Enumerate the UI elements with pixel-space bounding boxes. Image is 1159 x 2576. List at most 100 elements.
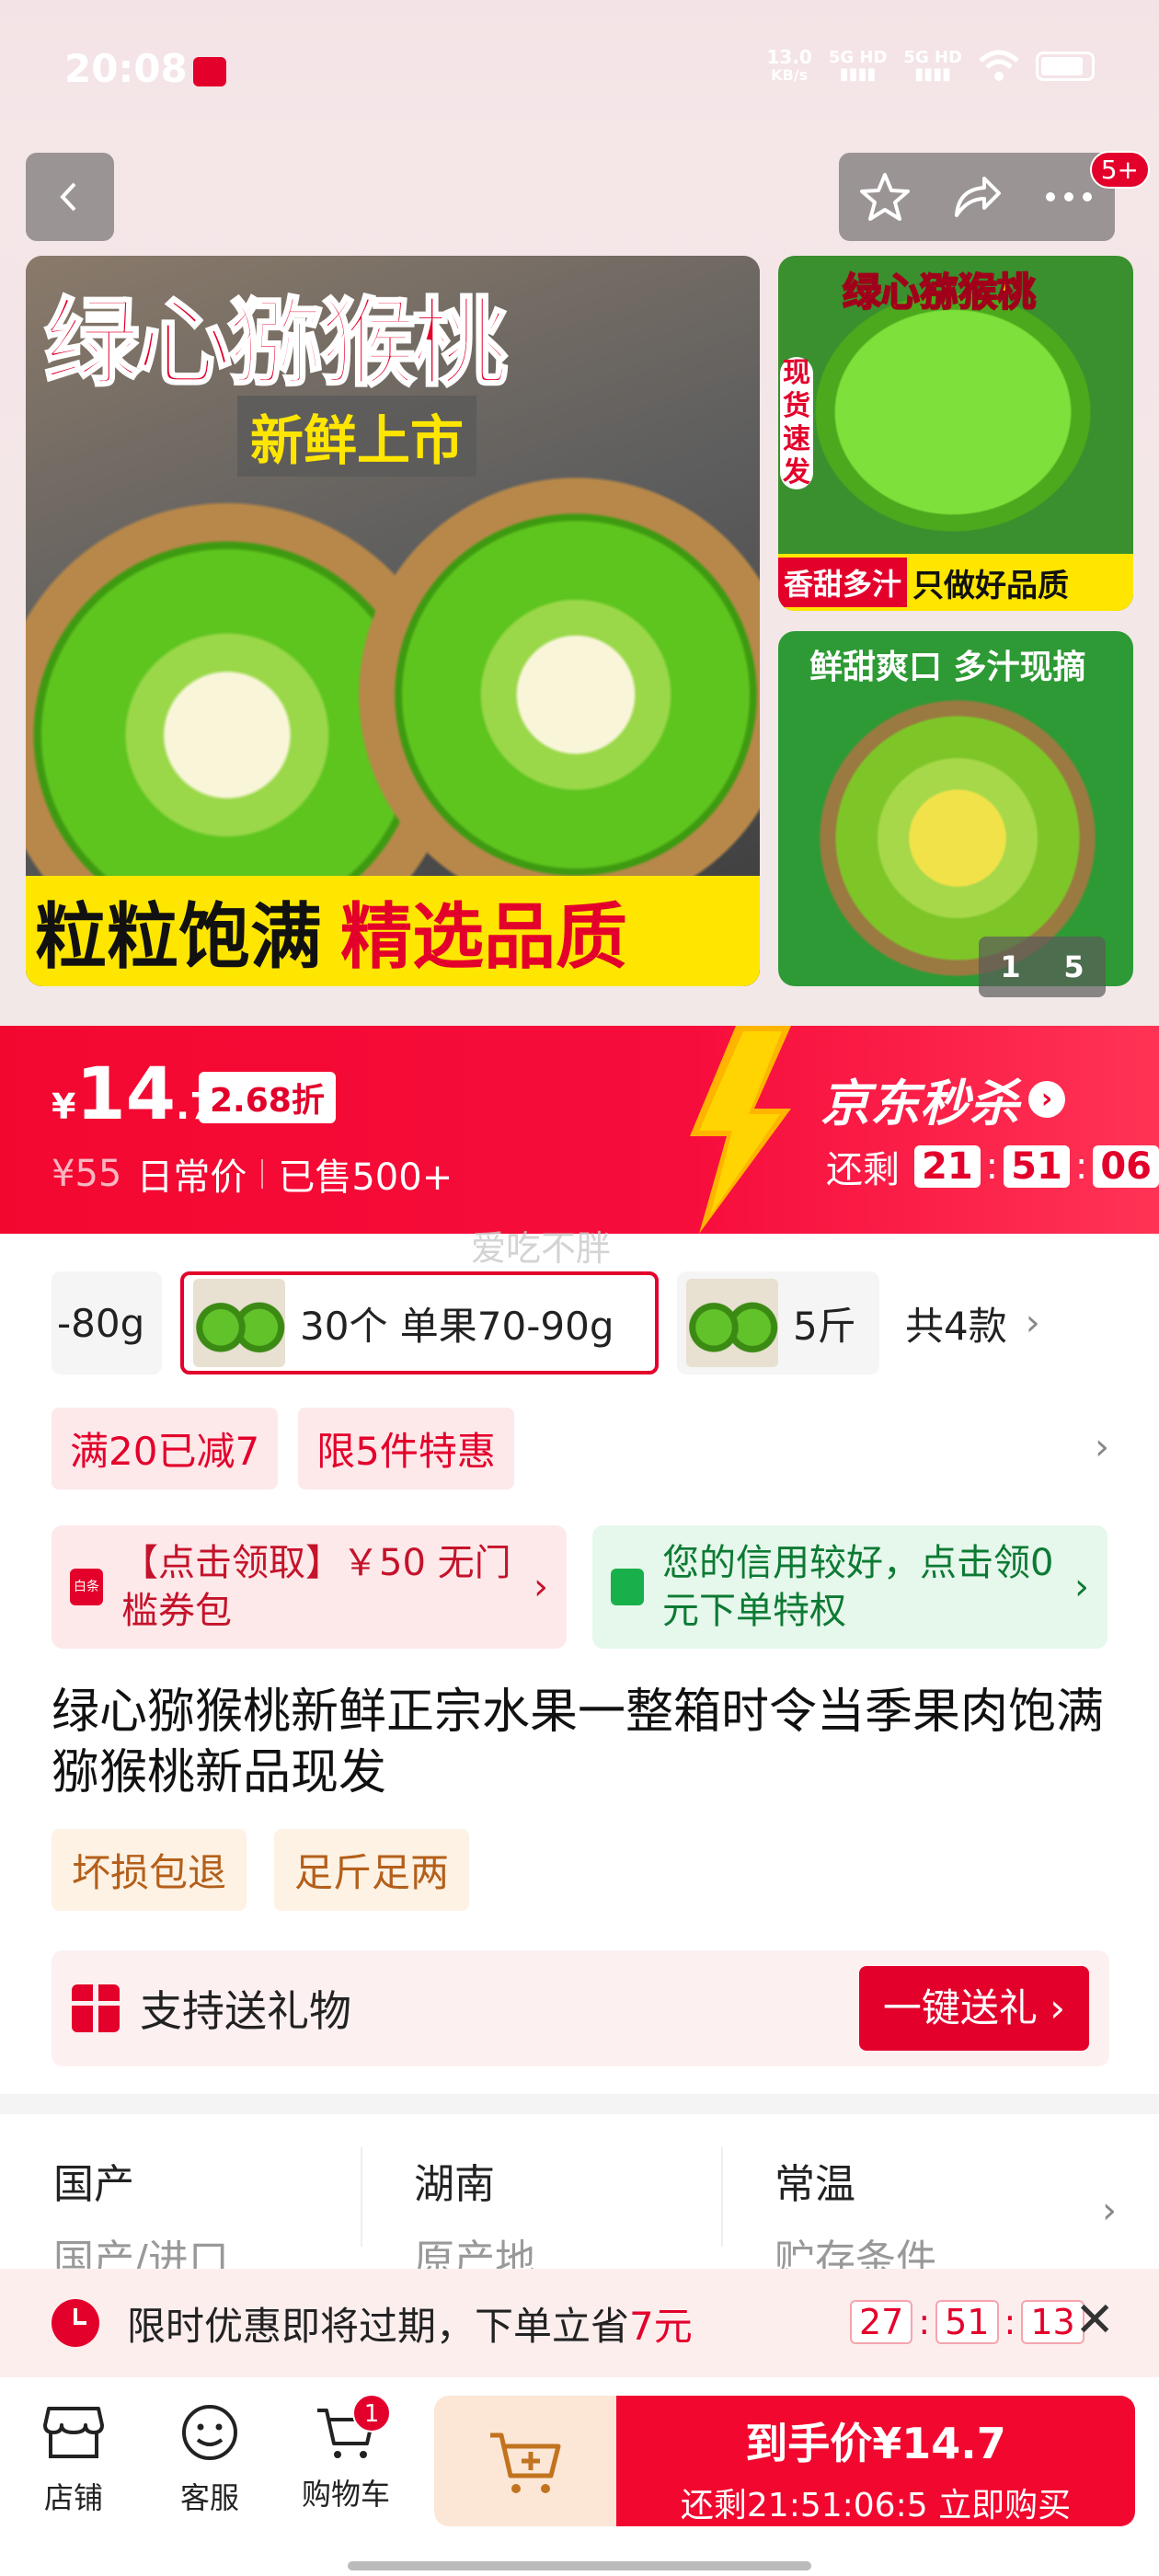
thumb1-vertical-text: 现货速发	[780, 357, 813, 489]
notice-cd-minutes: 51	[935, 2300, 999, 2344]
send-gift-button[interactable]: 一键送礼 ›	[858, 1966, 1089, 2051]
star-icon[interactable]	[857, 169, 912, 224]
page-current: 1	[1000, 949, 1021, 984]
variant-label: 5斤	[793, 1303, 856, 1349]
clock-icon	[52, 2299, 99, 2347]
buy-now-subtext: 还剩21:51:06:5 立即购买	[680, 2487, 1072, 2524]
thumb2-title: 鲜甜爽口 多汁现摘	[809, 649, 1086, 686]
speed-value: 13.0	[766, 46, 812, 68]
gift-icon	[72, 1984, 120, 2032]
gift-bar: 支持送礼物 一键送礼 ›	[52, 1950, 1109, 2066]
divider	[261, 1159, 264, 1189]
lightning-icon	[690, 1026, 791, 1234]
variant-label: 30个 单果70-90g	[300, 1303, 614, 1349]
chevron-left-icon	[60, 182, 76, 212]
image-bottom-left-text: 粒粒饱满	[35, 896, 323, 979]
add-to-cart-button[interactable]	[434, 2396, 618, 2526]
service-tags: 坏损包退 足斤足两	[52, 1829, 470, 1911]
notice-cd-hours: 27	[850, 2300, 913, 2344]
buy-now-price: 到手价¥14.7	[745, 2419, 1006, 2468]
price-banner: ¥14.7 2.68折 ¥55 日常价 已售500+ 京东秒杀 › 还剩 21:…	[0, 1026, 1159, 1234]
status-bar: 20:08 13.0 KB/s 5G HD ▮▮▮▮ 5G HD ▮▮▮▮	[0, 0, 1159, 147]
section-divider	[0, 2094, 1159, 2114]
price-currency: ¥	[52, 1087, 76, 1127]
close-icon[interactable]: ✕	[1074, 2293, 1115, 2348]
coupon-card[interactable]: 白条 【点击领取】￥50 无门槛券包 ›	[52, 1525, 567, 1649]
watermark-text: 爱吃不胖	[471, 1228, 612, 1269]
promo-tag: 限5件特惠	[298, 1408, 514, 1489]
spec-value: 国产	[53, 2161, 134, 2208]
main-product-image[interactable]: 绿心猕猴桃 新鲜上市 粒粒饱满 精选品质	[26, 256, 760, 986]
home-indicator	[348, 2561, 811, 2570]
variant-option-selected[interactable]: 30个 单果70-90g	[180, 1271, 659, 1374]
page-indicator: 1 5	[979, 937, 1106, 997]
store-icon	[43, 2407, 104, 2458]
promo-row[interactable]: 满20已减7 限5件特惠 ›	[52, 1408, 1109, 1489]
chevron-right-icon: ›	[1074, 1566, 1089, 1608]
status-indicators: 13.0 KB/s 5G HD ▮▮▮▮ 5G HD ▮▮▮▮	[766, 48, 1095, 85]
discount-badge: 2.68折	[199, 1072, 336, 1123]
cart-label: 购物车	[301, 2477, 390, 2512]
countdown-seconds: 06	[1093, 1145, 1159, 1188]
expiring-offer-notice[interactable]: 限时优惠即将过期，下单立省7元 27:51:13 ✕	[0, 2269, 1159, 2377]
app-notification-icon	[193, 57, 226, 86]
variant-label: -80g	[57, 1300, 145, 1346]
credit-privilege-card[interactable]: 您的信用较好，点击领0元下单特权 ›	[592, 1525, 1107, 1649]
spec-value: 湖南	[414, 2161, 495, 2208]
current-price: ¥14.7	[52, 1053, 215, 1136]
store-button[interactable]: 店铺	[18, 2403, 129, 2517]
price-integer: 14	[75, 1053, 176, 1136]
speed-unit: KB/s	[771, 66, 809, 84]
network-speed: 13.0 KB/s	[766, 48, 811, 85]
gift-label: 支持送礼物	[140, 1986, 351, 2036]
chevron-right-icon: ›	[534, 1566, 548, 1608]
status-time: 20:08	[64, 46, 188, 91]
share-icon[interactable]	[949, 169, 1004, 224]
notice-text: 限时优惠即将过期，下单立省7元	[127, 2295, 693, 2352]
product-title: 绿心猕猴桃新鲜正宗水果一整箱时令当季果肉饱满猕猴桃新品现发	[52, 1685, 1105, 1800]
original-price-label: 日常价	[136, 1156, 247, 1199]
back-button[interactable]	[26, 153, 114, 241]
image-bottom-banner: 粒粒饱满 精选品质	[26, 876, 760, 986]
spec-item: 常温 贮存条件	[721, 2114, 1082, 2283]
chevron-right-icon[interactable]: ›	[1102, 2190, 1117, 2232]
smiley-icon	[182, 2405, 237, 2460]
cart-button[interactable]: 1 购物车	[291, 2394, 401, 2513]
coupon-text: 【点击领取】￥50 无门槛券包	[121, 1542, 511, 1632]
image-subtitle-text: 新鲜上市	[237, 396, 477, 477]
battery-icon	[1036, 52, 1095, 81]
header-actions	[839, 153, 1115, 241]
baitiao-icon: 白条	[70, 1569, 103, 1605]
cart-icon-wrap: 1	[314, 2394, 391, 2462]
spec-item: 湖南 原产地	[361, 2114, 721, 2283]
thumbnail-image-2[interactable]: 鲜甜爽口 多汁现摘	[778, 631, 1133, 986]
sold-count: 已售500+	[278, 1156, 453, 1199]
remaining-label: 还剩	[826, 1149, 900, 1191]
message-badge: 5+	[1089, 151, 1150, 189]
flash-sale-title: 京东秒杀	[820, 1075, 1019, 1133]
chevron-right-icon[interactable]: ›	[1026, 1302, 1040, 1344]
notice-countdown: 27:51:13	[850, 2300, 1084, 2344]
variant-count[interactable]: 共4款	[905, 1295, 1007, 1351]
thumbnail-image-1[interactable]: 绿心猕猴桃 现货速发 香甜多汁 只做好品质	[778, 256, 1133, 611]
service-tag: 坏损包退	[52, 1829, 247, 1911]
store-label: 店铺	[43, 2480, 103, 2515]
spec-value: 常温	[775, 2161, 855, 2208]
customer-service-button[interactable]: 客服	[155, 2403, 265, 2517]
wifi-icon	[979, 50, 1019, 81]
add-to-cart-icon	[490, 2432, 561, 2493]
flash-sale-link[interactable]: 京东秒杀 ›	[820, 1063, 1065, 1135]
thumb1-bottom-left: 香甜多汁	[778, 558, 908, 607]
spec-row[interactable]: 国产 国产/进口 湖南 原产地 常温 贮存条件	[0, 2114, 1159, 2283]
thumb1-bottom-banner: 香甜多汁 只做好品质	[778, 554, 1133, 611]
cart-count-badge: 1	[352, 2394, 391, 2432]
countdown-hours: 21	[914, 1145, 981, 1188]
thumb1-bottom-right: 只做好品质	[912, 567, 1070, 604]
variant-option-partial[interactable]: -80g	[52, 1271, 162, 1374]
more-icon[interactable]	[1041, 188, 1096, 206]
original-price: ¥55	[52, 1153, 122, 1195]
chevron-right-icon: ›	[1028, 1080, 1065, 1118]
buy-now-button[interactable]: 到手价¥14.7 还剩21:51:06:5 立即购买	[616, 2396, 1135, 2526]
variant-selector: -80g 30个 单果70-90g 5斤 共4款 ›	[52, 1270, 1119, 1376]
variant-option[interactable]: 5斤	[677, 1271, 879, 1374]
